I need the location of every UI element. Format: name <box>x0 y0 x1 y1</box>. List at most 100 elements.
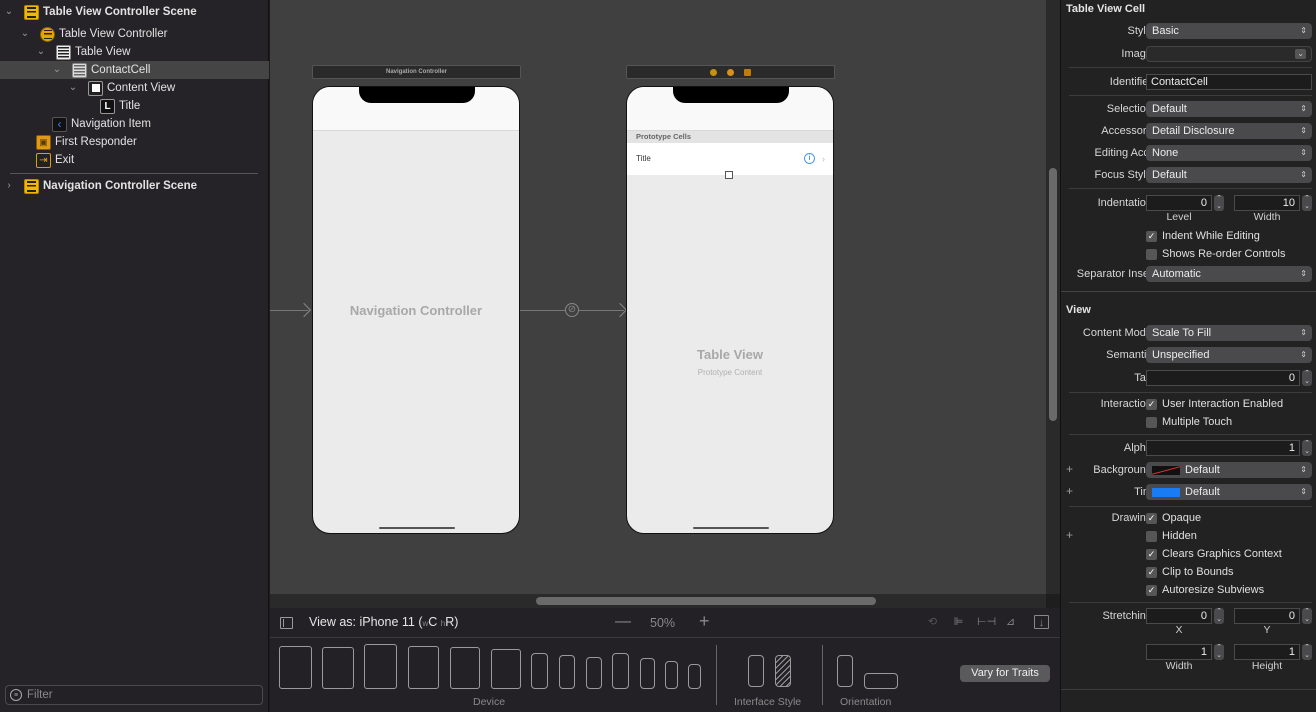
outline-item-content-view[interactable]: ⌄ Content View <box>0 79 269 97</box>
chevron-down-icon[interactable]: ⌄ <box>1295 49 1306 59</box>
focus-style-popup[interactable]: Default ⇕ <box>1146 167 1312 183</box>
stretching-height-field[interactable]: 1 <box>1234 644 1300 660</box>
interface-style-dark-icon[interactable] <box>775 655 791 687</box>
device-iphone-8-plus-icon[interactable] <box>612 653 629 689</box>
stretching-width-stepper[interactable]: ⌃ ⌄ <box>1214 644 1224 660</box>
device-iphone-11-icon[interactable] <box>559 655 575 689</box>
editing-accessory-popup[interactable]: None ⇕ <box>1146 145 1312 161</box>
opaque-checkbox[interactable]: ✓ Opaque <box>1146 512 1201 524</box>
style-popup[interactable]: Basic ⇕ <box>1146 23 1312 39</box>
filter-input[interactable] <box>27 689 247 701</box>
tag-field[interactable]: 0 <box>1146 370 1300 386</box>
cell-title-label[interactable]: Title <box>636 154 651 163</box>
image-combo[interactable]: ⌄ <box>1146 46 1312 62</box>
alpha-field[interactable]: 1 <box>1146 440 1300 456</box>
stretching-x-field[interactable]: 0 <box>1146 608 1212 624</box>
device-iphone-11-pro-max-icon[interactable] <box>531 653 548 689</box>
device-configuration-bar: View as: iPhone 11 (wC hR) — 50% + ⟲ ⊫ ⊢… <box>270 608 1060 712</box>
add-variation-tint-icon[interactable]: + <box>1066 484 1073 498</box>
clears-graphics-context-checkbox[interactable]: ✓ Clears Graphics Context <box>1146 548 1282 560</box>
add-constraints-icon[interactable]: ⊢⊣ <box>977 615 996 629</box>
device-iphone-8-icon[interactable] <box>640 658 655 689</box>
view-as-device-button[interactable]: View as: iPhone 11 (wC hR) <box>309 615 458 629</box>
selection-popup[interactable]: Default ⇕ <box>1146 101 1312 117</box>
semantic-popup[interactable]: Unspecified ⇕ <box>1146 347 1312 363</box>
zoom-in-button[interactable]: + <box>699 611 710 632</box>
tint-color-popup[interactable]: Default ⇕ <box>1146 484 1312 500</box>
device-iphone-4s-icon[interactable] <box>688 664 701 689</box>
align-icon[interactable]: ⊫ <box>951 615 966 629</box>
outline-item-exit[interactable]: ⇥ Exit <box>0 151 269 169</box>
clip-to-bounds-checkbox[interactable]: ✓ Clip to Bounds <box>1146 566 1234 578</box>
resolve-auto-layout-icon[interactable]: ⊿ <box>1003 615 1018 629</box>
table-view-controller-scene[interactable]: Prototype Cells Title i › Table View Pro… <box>626 86 834 534</box>
tag-stepper[interactable]: ⌃ ⌄ <box>1302 370 1312 386</box>
first-responder-dock-icon[interactable] <box>727 68 734 76</box>
autoresize-subviews-checkbox[interactable]: ✓ Autoresize Subviews <box>1146 584 1264 596</box>
outline-item-table-view-controller-scene[interactable]: ⌄ Table View Controller Scene <box>0 3 269 21</box>
content-mode-popup[interactable]: Scale To Fill ⇕ <box>1146 325 1312 341</box>
shows-reorder-controls-checkbox[interactable]: Shows Re-order Controls <box>1146 248 1286 260</box>
chevron-right-icon[interactable]: › <box>4 181 14 191</box>
device-ipad-pro-12-icon[interactable] <box>279 646 312 689</box>
update-frames-icon[interactable]: ⟲ <box>925 615 940 629</box>
user-interaction-enabled-checkbox[interactable]: ✓ User Interaction Enabled <box>1146 398 1283 410</box>
outline-item-title[interactable]: L Title <box>0 97 269 115</box>
indentation-width-stepper[interactable]: ⌃ ⌄ <box>1302 195 1312 211</box>
scene-dock-table-view-controller[interactable] <box>626 65 835 79</box>
device-iphone-se-icon[interactable] <box>665 661 678 689</box>
outline-item-first-responder[interactable]: ▣ First Responder <box>0 133 269 151</box>
outline-item-navigation-item[interactable]: ‹ Navigation Item <box>0 115 269 133</box>
navigation-controller-scene[interactable]: Navigation Controller <box>312 86 520 534</box>
chevron-down-icon[interactable]: ⌄ <box>4 7 14 17</box>
device-ipad-icon[interactable] <box>450 647 480 689</box>
orientation-landscape-icon[interactable] <box>864 673 898 689</box>
device-ipad-air-icon[interactable] <box>408 646 439 689</box>
indentation-level-field[interactable]: 0 <box>1146 195 1212 211</box>
outline-item-navigation-controller-scene[interactable]: › Navigation Controller Scene <box>0 177 269 195</box>
vary-for-traits-button[interactable]: Vary for Traits <box>960 665 1050 682</box>
separator-inset-popup[interactable]: Automatic ⇕ <box>1146 266 1312 282</box>
outline-item-contactcell[interactable]: ⌄ ContactCell <box>0 61 269 79</box>
outline-item-table-view[interactable]: ⌄ Table View <box>0 43 269 61</box>
embed-in-icon[interactable]: ↓ <box>1034 615 1049 629</box>
background-color-popup[interactable]: Default ⇕ <box>1146 462 1312 478</box>
indent-while-editing-checkbox[interactable]: ✓ Indent While Editing <box>1146 230 1260 242</box>
canvas-vertical-scrollbar[interactable] <box>1049 168 1057 421</box>
cell-resize-handle[interactable] <box>725 171 733 179</box>
stretching-width-field[interactable]: 1 <box>1146 644 1212 660</box>
stretching-height-stepper[interactable]: ⌃ ⌄ <box>1302 644 1312 660</box>
stretching-x-stepper[interactable]: ⌃ ⌄ <box>1214 608 1224 624</box>
chevron-down-icon[interactable]: ⌄ <box>68 83 78 93</box>
sidebar-toggle-icon[interactable] <box>280 617 293 629</box>
exit-dock-icon[interactable] <box>744 68 751 76</box>
interface-style-light-icon[interactable] <box>748 655 764 687</box>
chevron-down-icon[interactable]: ⌄ <box>36 47 46 57</box>
indentation-width-field[interactable]: 10 <box>1234 195 1300 211</box>
chevron-down-icon[interactable]: ⌄ <box>20 29 30 39</box>
zoom-out-button[interactable]: — <box>615 613 631 631</box>
stretching-y-field[interactable]: 0 <box>1234 608 1300 624</box>
alpha-stepper[interactable]: ⌃ ⌄ <box>1302 440 1312 456</box>
scene-dock-navigation-controller[interactable]: Navigation Controller <box>312 65 521 79</box>
outline-item-table-view-controller[interactable]: ⌄ Table View Controller <box>0 25 269 43</box>
device-iphone-11-pro-icon[interactable] <box>586 657 602 689</box>
hidden-checkbox[interactable]: Hidden <box>1146 530 1197 542</box>
canvas-horizontal-scrollbar[interactable] <box>536 597 876 605</box>
segue-relationship-icon[interactable]: ⊘ <box>565 303 579 317</box>
outline-filter[interactable]: ≡ <box>5 685 263 705</box>
device-ipad-mini-icon[interactable] <box>491 649 521 689</box>
stretching-y-stepper[interactable]: ⌃ ⌄ <box>1302 608 1312 624</box>
add-variation-background-icon[interactable]: + <box>1066 462 1073 476</box>
device-ipad-pro-10-icon[interactable] <box>364 644 397 689</box>
identifier-field[interactable]: ContactCell <box>1146 74 1312 90</box>
storyboard-canvas[interactable]: Navigation Controller Navigation Control… <box>270 0 1046 594</box>
device-ipad-pro-11-icon[interactable] <box>322 647 354 689</box>
view-controller-dock-icon[interactable] <box>710 68 717 76</box>
indentation-level-stepper[interactable]: ⌃ ⌄ <box>1214 195 1224 211</box>
multiple-touch-checkbox[interactable]: Multiple Touch <box>1146 416 1232 428</box>
chevron-down-icon[interactable]: ⌄ <box>52 65 62 75</box>
orientation-portrait-icon[interactable] <box>837 655 853 687</box>
accessory-popup[interactable]: Detail Disclosure ⇕ <box>1146 123 1312 139</box>
add-variation-hidden-icon[interactable]: + <box>1066 528 1073 542</box>
